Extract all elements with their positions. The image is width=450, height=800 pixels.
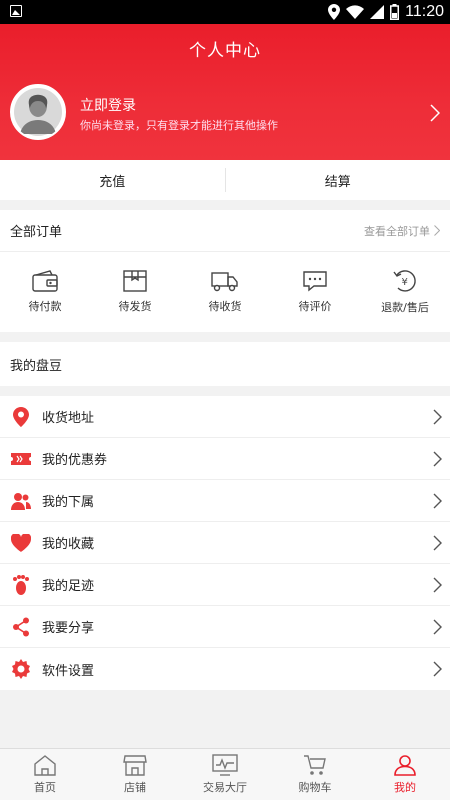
ticket-icon [11, 452, 31, 465]
menu-item-label: 收货地址 [42, 411, 95, 426]
default-avatar-icon [12, 86, 64, 138]
tab-label: 我的 [394, 781, 416, 794]
chevron-right-icon [434, 225, 440, 236]
tab-label: 首页 [34, 781, 56, 794]
my-beans-label: 我的盘豆 [10, 358, 63, 374]
view-all-orders-link[interactable]: 查看全部订单 [364, 223, 440, 239]
tab-label: 购物车 [298, 781, 332, 794]
comment-icon [303, 271, 327, 292]
cart-icon [304, 755, 326, 775]
login-hint: 你尚未登录，只有登录才能进行其他操作 [80, 119, 278, 132]
settle-button[interactable]: 结算 [226, 160, 450, 200]
tab-trade-hall[interactable]: 交易大厅 [180, 749, 270, 800]
wallet-actions: 充值 结算 [0, 160, 450, 200]
order-status-refund[interactable]: ¥ 退款/售后 [360, 252, 450, 332]
location-pin-icon [13, 406, 29, 427]
order-status-label: 待发货 [118, 300, 152, 313]
order-status-label: 退款/售后 [381, 301, 429, 314]
wallet-icon [32, 270, 58, 292]
order-status-pending-shipment[interactable]: 待发货 [90, 252, 180, 332]
menu-item-subordinates[interactable]: 我的下属 [0, 480, 450, 522]
bottom-tab-bar: 首页 店铺 交易大厅 购物车 我的 [0, 748, 450, 800]
chevron-right-icon[interactable] [430, 104, 440, 122]
menu-item-label: 我的收藏 [42, 537, 95, 552]
recharge-button[interactable]: 充值 [0, 160, 225, 200]
store-icon [123, 755, 147, 776]
profile-header: 个人中心 立即登录 你尚未登录，只有登录才能进行其他操作 [0, 24, 450, 160]
chevron-right-icon [433, 619, 442, 635]
box-icon [123, 270, 147, 292]
share-icon [13, 617, 29, 636]
truck-icon [211, 272, 238, 292]
svg-text:¥: ¥ [402, 277, 408, 288]
menu-item-coupons[interactable]: 我的优惠券 [0, 438, 450, 480]
users-icon [11, 492, 31, 510]
status-indicators: 11:20 [328, 2, 444, 22]
home-icon [34, 755, 56, 776]
menu-item-label: 软件设置 [42, 663, 95, 679]
refund-icon: ¥ [393, 270, 416, 292]
chevron-right-icon [433, 661, 442, 677]
footprint-icon [13, 574, 29, 595]
order-status-label: 待付款 [28, 300, 62, 313]
signal-icon [370, 5, 385, 19]
battery-icon [390, 4, 400, 20]
chevron-right-icon [433, 577, 442, 593]
status-bar: 11:20 [0, 0, 450, 24]
tab-label: 店铺 [124, 781, 146, 794]
person-icon [394, 755, 416, 776]
menu-item-label: 我的足迹 [42, 579, 95, 594]
order-status-label: 待收货 [208, 300, 242, 313]
menu-item-share[interactable]: 我要分享 [0, 606, 450, 648]
heart-icon [11, 533, 31, 552]
avatar[interactable] [10, 84, 66, 140]
my-beans-row[interactable]: 我的盘豆 [0, 342, 450, 386]
page-title: 个人中心 [189, 41, 261, 61]
gallery-notification-icon [10, 5, 22, 17]
login-link[interactable]: 立即登录 [80, 95, 136, 115]
tab-label: 交易大厅 [203, 781, 247, 794]
menu-item-label: 我的下属 [42, 495, 95, 510]
menu-item-favorites[interactable]: 我的收藏 [0, 522, 450, 564]
order-status-pending-receipt[interactable]: 待收货 [180, 252, 270, 332]
tab-home[interactable]: 首页 [0, 749, 90, 800]
menu-item-address[interactable]: 收货地址 [0, 396, 450, 438]
order-status-pending-review[interactable]: 待评价 [270, 252, 360, 332]
settings-gear-icon [12, 659, 30, 679]
location-icon [328, 4, 341, 20]
wifi-icon [346, 5, 365, 19]
order-status-list: 待付款 待发货 待收货 待评价 ¥ 退款/售后 [0, 252, 450, 332]
tab-cart[interactable]: 购物车 [270, 749, 360, 800]
trade-hall-icon [212, 754, 238, 776]
clock: 11:20 [405, 3, 444, 20]
orders-section: 全部订单 查看全部订单 待付款 待发货 待收货 待评价 ¥ 退款/售后 [0, 210, 450, 332]
chevron-right-icon [433, 409, 442, 425]
orders-title: 全部订单 [10, 225, 63, 240]
menu-item-footprints[interactable]: 我的足迹 [0, 564, 450, 606]
chevron-right-icon [433, 451, 442, 467]
chevron-right-icon [433, 493, 442, 509]
menu-list: 收货地址 我的优惠券 我的下属 我的收藏 我的足迹 我要分享 软件设置 [0, 396, 450, 690]
tab-mine[interactable]: 我的 [360, 749, 450, 800]
view-all-orders-label: 查看全部订单 [364, 224, 430, 238]
menu-item-label: 我的优惠券 [42, 453, 108, 468]
menu-item-settings[interactable]: 软件设置 [0, 648, 450, 690]
order-status-label: 待评价 [298, 300, 332, 313]
orders-header: 全部订单 查看全部订单 [0, 210, 450, 252]
chevron-right-icon [433, 535, 442, 551]
order-status-pending-payment[interactable]: 待付款 [0, 252, 90, 332]
tab-store[interactable]: 店铺 [90, 749, 180, 800]
menu-item-label: 我要分享 [42, 621, 95, 636]
